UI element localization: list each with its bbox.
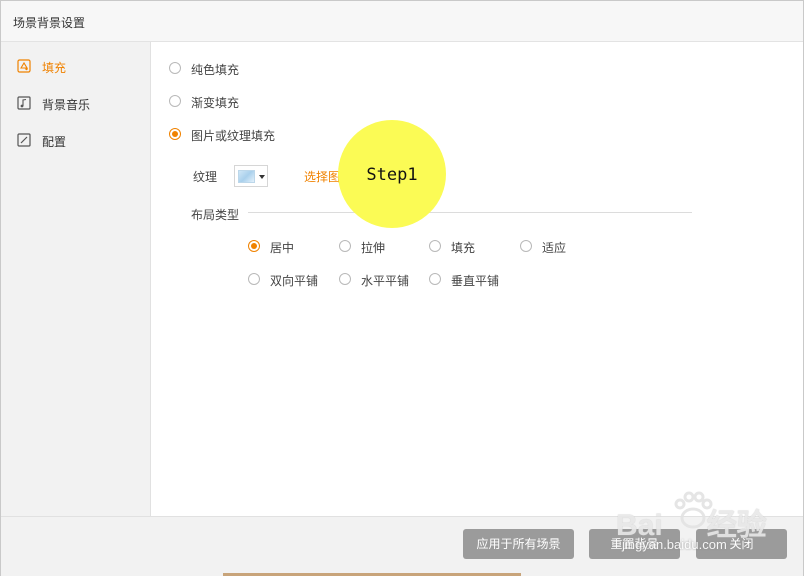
sidebar-item-config[interactable]: 配置 [1,125,150,155]
texture-label: 纹理 [193,170,218,184]
layout-center-label: 居中 [270,241,295,255]
solid-fill-radio[interactable] [169,62,181,74]
fill-panel: 纯色填充 渐变填充 图片或纹理填充 纹理 选择图片 布局类型 居中 拉伸 填充 … [151,42,803,516]
layout-stretch-label: 拉伸 [361,241,386,255]
layout-divider [248,212,692,213]
dialog-title: 场景背景设置 [13,16,86,30]
title-bar: 场景背景设置 [1,1,803,42]
reset-background-button[interactable]: 重置背景 [589,529,680,559]
picture-texture-fill-label: 图片或纹理填充 [191,129,276,143]
sidebar-item-label: 配置 [42,135,67,149]
layout-tile-horizontal-label: 水平平铺 [361,274,410,288]
apply-all-scenes-button[interactable]: 应用于所有场景 [463,529,574,559]
texture-dropdown[interactable] [234,165,268,187]
fill-icon [17,59,31,73]
chevron-down-icon [259,175,265,179]
layout-tile-vertical-radio[interactable] [429,273,441,285]
layout-tile-vertical-label: 垂直平铺 [451,274,500,288]
layout-type-label: 布局类型 [191,208,240,222]
step-highlight: Step1 [338,120,446,228]
music-icon [17,96,31,110]
config-icon [17,133,31,147]
layout-fit-label: 适应 [542,241,567,255]
layout-tile-horizontal-radio[interactable] [339,273,351,285]
sidebar-item-label: 填充 [42,61,67,75]
layout-fill-radio[interactable] [429,240,441,252]
step-label: Step1 [366,165,418,185]
layout-fill-label: 填充 [451,241,476,255]
layout-fit-radio[interactable] [520,240,532,252]
dialog-footer: 应用于所有场景 重置背景 关闭 [1,516,803,576]
layout-tile-both-label: 双向平铺 [270,274,319,288]
sidebar-item-fill[interactable]: 填充 [1,51,150,81]
sidebar: 填充 背景音乐 配置 [1,42,151,516]
layout-tile-both-radio[interactable] [248,273,260,285]
gradient-fill-radio[interactable] [169,95,181,107]
scene-background-dialog: 场景背景设置 填充 背景音乐 配置 纯色填充 渐变填充 图片或纹理填充 纹理 选… [0,0,804,576]
solid-fill-label: 纯色填充 [191,63,240,77]
texture-preview [238,170,255,183]
layout-stretch-radio[interactable] [339,240,351,252]
sidebar-item-label: 背景音乐 [42,98,91,112]
layout-center-radio[interactable] [248,240,260,252]
close-button[interactable]: 关闭 [696,529,787,559]
sidebar-item-music[interactable]: 背景音乐 [1,88,150,118]
picture-texture-fill-radio[interactable] [169,128,181,140]
gradient-fill-label: 渐变填充 [191,96,240,110]
